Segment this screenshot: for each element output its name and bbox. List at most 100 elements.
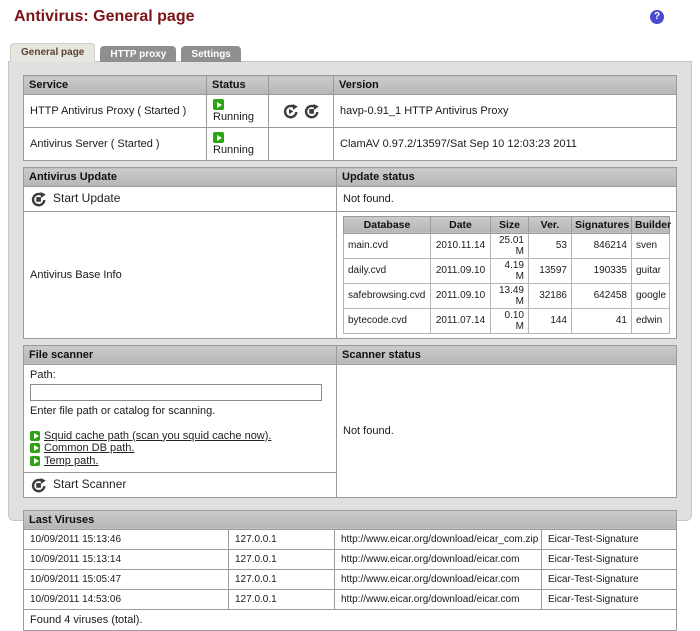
squid-cache-path-link-label[interactable]: Squid cache path (scan you squid cache n… <box>44 430 271 442</box>
db-header-builder: Builder <box>631 215 671 234</box>
service-controls <box>268 127 334 161</box>
content-container: Service Status Version HTTP Antivirus Pr… <box>8 61 692 631</box>
antivirus-base-info-label: Antivirus Base Info <box>23 210 337 339</box>
table-row: 10/09/2011 15:13:14 127.0.0.1 http://www… <box>23 548 677 570</box>
services-header-controls <box>268 75 334 95</box>
table-row: Antivirus Server ( Started ) Running Cla… <box>23 127 677 161</box>
virus-footer-row: Found 4 viruses (total). <box>23 608 677 631</box>
tab-http-proxy[interactable]: HTTP proxy <box>100 46 177 62</box>
db-date: 2011.07.14 <box>430 308 491 334</box>
db-name: daily.cvd <box>343 258 431 284</box>
table-row: 10/09/2011 14:53:06 127.0.0.1 http://www… <box>23 588 677 610</box>
start-scanner-icon[interactable] <box>31 477 46 493</box>
virus-ip: 127.0.0.1 <box>228 568 335 590</box>
db-date: 2011.09.10 <box>430 283 491 309</box>
virus-signature: Eicar-Test-Signature <box>541 548 677 570</box>
temp-path-link-label[interactable]: Temp path. <box>44 455 98 467</box>
service-name: HTTP Antivirus Proxy ( Started ) <box>23 94 207 128</box>
db-header-size: Size <box>490 215 529 234</box>
db-ver: 144 <box>528 308 572 334</box>
service-status: Running <box>206 127 269 161</box>
virus-url: http://www.eicar.org/download/eicar.com <box>334 588 542 610</box>
scanner-status-header: Scanner status <box>336 344 677 365</box>
start-scanner-button[interactable]: Start Scanner <box>23 472 337 498</box>
service-version: havp-0.91_1 HTTP Antivirus Proxy <box>333 94 677 128</box>
db-header-signatures: Signatures <box>571 215 632 234</box>
page-header: Antivirus: General page ? <box>14 8 686 36</box>
table-row: safebrowsing.cvd 2011.09.10 13.49 M 3218… <box>343 283 670 309</box>
table-row: bytecode.cvd 2011.07.14 0.10 M 144 41 ed… <box>343 308 670 334</box>
update-status-text: Not found. <box>336 186 677 212</box>
virus-ip: 127.0.0.1 <box>228 588 335 610</box>
database-table-cell: Database Date Size Ver. Signatures Build… <box>336 210 677 339</box>
db-ver: 32186 <box>528 283 572 309</box>
table-row: HTTP Antivirus Proxy ( Started ) Running… <box>23 94 677 128</box>
virus-url: http://www.eicar.org/download/eicar.com <box>334 568 542 590</box>
service-status-label: Running <box>213 111 254 123</box>
play-icon <box>30 443 40 454</box>
db-name: safebrowsing.cvd <box>343 283 431 309</box>
scanner-form: Path: Enter file path or catalog for sca… <box>23 363 337 474</box>
virus-signature: Eicar-Test-Signature <box>541 528 677 550</box>
virus-url: http://www.eicar.org/download/eicar_com.… <box>334 528 542 550</box>
start-scanner-label[interactable]: Start Scanner <box>53 477 126 491</box>
page-title: Antivirus: General page <box>14 8 195 25</box>
db-builder: sven <box>631 233 670 259</box>
tab-general-page[interactable]: General page <box>10 43 96 62</box>
service-status: Running <box>206 94 269 128</box>
file-scanner-table: File scanner Scanner status Path: Enter … <box>23 344 677 498</box>
db-name: main.cvd <box>343 233 431 259</box>
scanner-status-text: Not found. <box>336 363 677 498</box>
db-header-date: Date <box>430 215 491 234</box>
start-update-label[interactable]: Start Update <box>53 191 120 205</box>
restart-service-icon[interactable] <box>283 103 299 119</box>
file-scanner-header: File scanner <box>23 344 337 365</box>
db-signatures: 846214 <box>571 233 632 259</box>
db-builder: edwin <box>631 308 670 334</box>
virus-total-text: Found 4 viruses (total). <box>23 608 677 631</box>
db-ver: 13597 <box>528 258 572 284</box>
update-header: Antivirus Update <box>23 167 337 187</box>
path-label: Path: <box>30 368 56 381</box>
virus-signature: Eicar-Test-Signature <box>541 588 677 610</box>
virus-ip: 127.0.0.1 <box>228 548 335 570</box>
service-version: ClamAV 0.97.2/13597/Sat Sep 10 12:03:23 … <box>333 127 677 161</box>
database-table: Database Date Size Ver. Signatures Build… <box>343 215 671 334</box>
page: Antivirus: General page ? General page H… <box>0 8 700 631</box>
virus-signature: Eicar-Test-Signature <box>541 568 677 590</box>
service-name: Antivirus Server ( Started ) <box>23 127 207 161</box>
service-controls <box>268 94 334 128</box>
services-table: Service Status Version HTTP Antivirus Pr… <box>23 75 677 161</box>
table-row: daily.cvd 2011.09.10 4.19 M 13597 190335… <box>343 258 670 284</box>
virus-ip: 127.0.0.1 <box>228 528 335 550</box>
db-size: 25.01 M <box>490 233 529 259</box>
help-icon[interactable]: ? <box>650 10 664 24</box>
db-name: bytecode.cvd <box>343 308 431 334</box>
tab-bar: General page HTTP proxy Settings <box>10 43 700 62</box>
squid-cache-path-link[interactable]: Squid cache path (scan you squid cache n… <box>30 430 330 443</box>
update-status-header: Update status <box>336 167 677 187</box>
stop-service-icon[interactable] <box>304 103 319 119</box>
tab-settings[interactable]: Settings <box>181 46 241 62</box>
path-hint: Enter file path or catalog for scanning. <box>30 404 216 417</box>
virus-time: 10/09/2011 15:05:47 <box>23 568 229 590</box>
table-row: main.cvd 2010.11.14 25.01 M 53 846214 sv… <box>343 233 670 259</box>
start-update-button[interactable]: Start Update <box>23 186 337 212</box>
virus-time: 10/09/2011 14:53:06 <box>23 588 229 610</box>
common-db-path-link[interactable]: Common DB path. <box>30 442 330 455</box>
temp-path-link[interactable]: Temp path. <box>30 455 330 468</box>
common-db-path-link-label[interactable]: Common DB path. <box>44 442 134 454</box>
running-icon <box>213 132 224 143</box>
path-input[interactable] <box>30 383 322 401</box>
db-header-database: Database <box>343 215 431 234</box>
db-signatures: 190335 <box>571 258 632 284</box>
play-icon <box>30 430 40 441</box>
running-icon <box>213 99 224 110</box>
virus-time: 10/09/2011 15:13:14 <box>23 548 229 570</box>
last-viruses-header: Last Viruses <box>23 509 677 530</box>
db-signatures: 642458 <box>571 283 632 309</box>
start-update-icon[interactable] <box>31 191 46 207</box>
db-signatures: 41 <box>571 308 632 334</box>
db-size: 0.10 M <box>490 308 529 334</box>
play-icon <box>30 455 40 466</box>
